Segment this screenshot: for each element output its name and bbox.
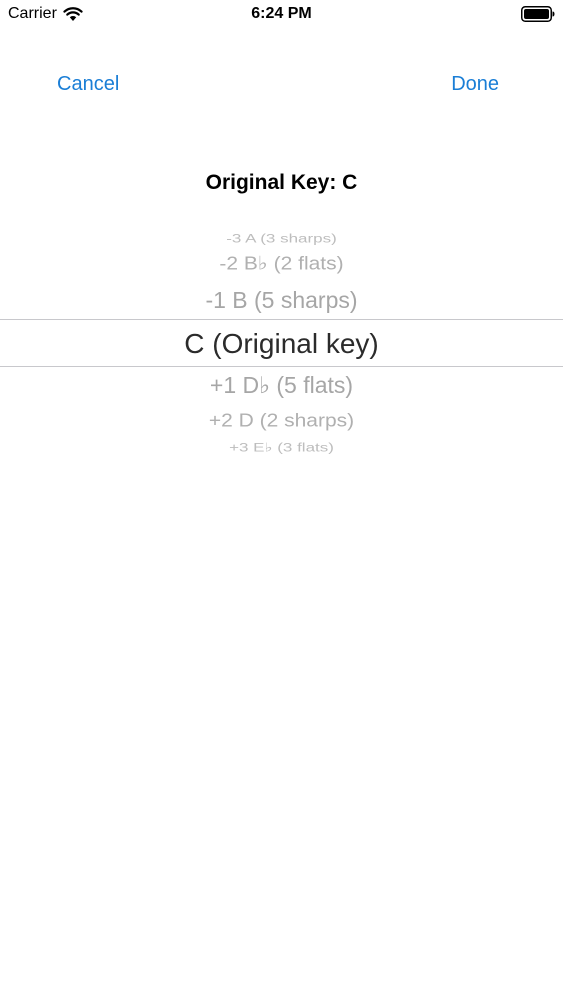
picker-row-label: +1 D♭ (5 flats) — [209, 372, 354, 398]
picker-row-label: +3 E♭ (3 flats) — [229, 440, 334, 455]
picker-row-plus-3[interactable]: +3 E♭ (3 flats) — [0, 438, 563, 458]
picker-row-minus-1[interactable]: -1 B (5 sharps) — [0, 286, 563, 314]
picker-row-plus-2[interactable]: +2 D (2 sharps) — [0, 409, 563, 433]
picker-selection-top-divider — [0, 319, 563, 320]
picker-row-label: -3 A (3 sharps) — [226, 231, 337, 246]
cancel-button[interactable]: Cancel — [57, 72, 119, 96]
key-picker[interactable]: -3 A (3 sharps) -2 B♭ (2 flats) -1 B (5 … — [0, 212, 563, 467]
picker-row-selected[interactable]: C (Original key) — [0, 327, 563, 361]
picker-row-minus-3[interactable]: -3 A (3 sharps) — [0, 229, 563, 249]
picker-row-label: -2 B♭ (2 flats) — [219, 253, 344, 274]
picker-row-label: -1 B (5 sharps) — [205, 287, 358, 313]
picker-row-label: +2 D (2 sharps) — [208, 410, 355, 431]
picker-row-label: C (Original key) — [184, 328, 379, 359]
status-time: 6:24 PM — [251, 5, 312, 22]
status-bar: Carrier 6:24 PM — [0, 0, 563, 30]
battery-icon — [521, 6, 555, 22]
picker-row-plus-1[interactable]: +1 D♭ (5 flats) — [0, 371, 563, 399]
done-button[interactable]: Done — [451, 72, 499, 96]
picker-row-minus-2[interactable]: -2 B♭ (2 flats) — [0, 252, 563, 276]
picker-title: Original Key: C — [205, 171, 358, 194]
picker-selection-bottom-divider — [0, 366, 563, 367]
